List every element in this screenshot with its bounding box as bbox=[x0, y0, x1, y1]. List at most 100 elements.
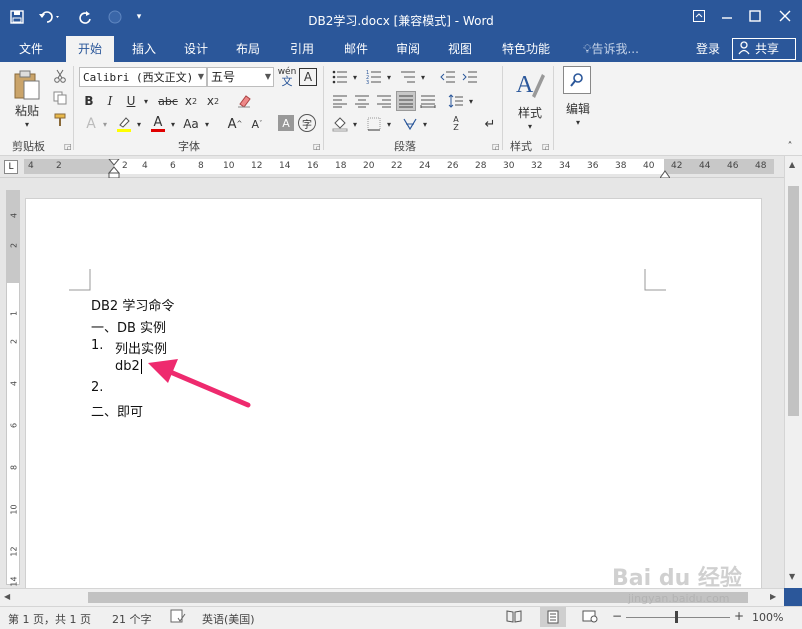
zoom-slider[interactable] bbox=[626, 617, 730, 618]
proofing-icon[interactable] bbox=[170, 609, 186, 626]
multilevel-list-icon[interactable] bbox=[398, 68, 418, 86]
doc-list-number-2[interactable]: 2. bbox=[91, 380, 103, 395]
grow-font-icon[interactable]: A ^ bbox=[226, 115, 244, 133]
tab-mailings[interactable]: 邮件 bbox=[334, 36, 378, 62]
show-formatting-marks-icon[interactable]: ↵ bbox=[480, 115, 500, 133]
paste-button[interactable]: 粘贴 bbox=[10, 102, 44, 118]
align-left-icon[interactable] bbox=[330, 92, 350, 110]
chinese-layout-icon[interactable] bbox=[400, 115, 420, 133]
tell-me-box[interactable]: 💡︎告诉我... bbox=[576, 36, 646, 62]
login-link[interactable]: 登录 bbox=[690, 36, 726, 62]
scroll-down-icon[interactable]: ▼ bbox=[789, 572, 795, 581]
highlight-dropdown-icon[interactable]: ▾ bbox=[134, 115, 144, 133]
format-painter-icon[interactable] bbox=[52, 112, 68, 128]
bold-icon[interactable]: B bbox=[80, 92, 98, 110]
superscript-icon[interactable]: x2 bbox=[204, 92, 222, 110]
vertical-ruler[interactable]: 4 2 1 2 4 6 8 10 12 14 bbox=[6, 190, 20, 587]
font-launcher-icon[interactable]: ◲ bbox=[313, 142, 321, 151]
character-shading-icon[interactable]: A bbox=[278, 115, 294, 131]
line-spacing-dropdown-icon[interactable]: ▾ bbox=[466, 92, 476, 110]
italic-icon[interactable]: I bbox=[101, 92, 119, 110]
bullets-dropdown-icon[interactable]: ▾ bbox=[350, 68, 360, 86]
styles-icon[interactable]: A bbox=[512, 66, 548, 102]
word-count[interactable]: 21 个字 bbox=[112, 611, 152, 627]
zoom-slider-thumb[interactable] bbox=[675, 611, 678, 623]
styles-launcher-icon[interactable]: ◲ bbox=[542, 142, 550, 151]
font-name-dropdown-icon[interactable]: ▼ bbox=[198, 68, 204, 86]
font-name-combo[interactable]: Calibri (西文正文) ▼ bbox=[79, 67, 207, 87]
paste-dropdown-icon[interactable]: ▾ bbox=[20, 118, 34, 130]
phonetic-guide-icon[interactable]: wén 文 bbox=[277, 67, 297, 88]
collapse-ribbon-icon[interactable]: ˄ bbox=[784, 140, 796, 152]
shading-icon[interactable] bbox=[330, 115, 350, 133]
web-layout-icon[interactable] bbox=[582, 609, 598, 626]
read-mode-icon[interactable] bbox=[506, 609, 522, 626]
vertical-scrollbar[interactable]: ▲ ▼ bbox=[784, 156, 802, 588]
paragraph-launcher-icon[interactable]: ◲ bbox=[492, 142, 500, 151]
scroll-left-icon[interactable]: ◀ bbox=[4, 592, 10, 601]
tab-review[interactable]: 审阅 bbox=[386, 36, 430, 62]
sort-icon[interactable]: AZ bbox=[446, 114, 466, 134]
clear-formatting-icon[interactable] bbox=[234, 92, 254, 110]
shrink-font-icon[interactable]: Aˇ bbox=[248, 115, 266, 133]
line-spacing-icon[interactable] bbox=[446, 92, 466, 110]
print-layout-icon[interactable] bbox=[540, 607, 566, 627]
doc-list-number-1[interactable]: 1. bbox=[91, 338, 103, 353]
text-effects-dropdown-icon[interactable]: ▾ bbox=[100, 115, 110, 133]
editing-dropdown-icon[interactable]: ▾ bbox=[572, 116, 584, 128]
editing-button[interactable]: 编辑 bbox=[560, 100, 596, 116]
ribbon-display-icon[interactable] bbox=[686, 4, 712, 28]
close-icon[interactable] bbox=[772, 4, 798, 28]
underline-icon[interactable]: U bbox=[122, 92, 140, 110]
doc-section-2[interactable]: 二、即可 bbox=[91, 401, 143, 420]
tab-insert[interactable]: 插入 bbox=[122, 36, 166, 62]
tab-special-features[interactable]: 特色功能 bbox=[494, 36, 558, 62]
tab-references[interactable]: 引用 bbox=[280, 36, 324, 62]
text-effects-icon[interactable]: A bbox=[82, 115, 100, 133]
change-case-dropdown-icon[interactable]: ▾ bbox=[202, 115, 212, 133]
tab-selector-icon[interactable]: L bbox=[4, 160, 18, 174]
numbering-dropdown-icon[interactable]: ▾ bbox=[384, 68, 394, 86]
chinese-layout-dropdown-icon[interactable]: ▾ bbox=[420, 115, 430, 133]
shading-dropdown-icon[interactable]: ▾ bbox=[350, 115, 360, 133]
doc-text-cursor-line[interactable]: db2 bbox=[115, 359, 142, 374]
scroll-right-icon[interactable]: ▶ bbox=[770, 592, 776, 601]
decrease-indent-icon[interactable] bbox=[438, 68, 458, 86]
scroll-up-icon[interactable]: ▲ bbox=[789, 160, 795, 169]
borders-icon[interactable] bbox=[364, 115, 384, 133]
tab-design[interactable]: 设计 bbox=[174, 36, 218, 62]
zoom-out-icon[interactable]: − bbox=[612, 609, 622, 623]
highlight-color-icon[interactable] bbox=[113, 114, 135, 134]
clipboard-launcher-icon[interactable]: ◲ bbox=[64, 142, 72, 151]
font-color-dropdown-icon[interactable]: ▾ bbox=[168, 115, 178, 133]
increase-indent-icon[interactable] bbox=[460, 68, 480, 86]
enclose-characters-icon[interactable]: 字 bbox=[298, 114, 316, 132]
paste-icon[interactable] bbox=[10, 68, 44, 102]
restore-icon[interactable] bbox=[742, 4, 768, 28]
styles-dropdown-icon[interactable]: ▾ bbox=[524, 120, 536, 132]
doc-section-1[interactable]: 一、DB 实例 bbox=[91, 317, 166, 336]
change-case-icon[interactable]: Aa bbox=[180, 115, 202, 133]
share-button[interactable]: 共享 bbox=[732, 38, 796, 60]
tab-view[interactable]: 视图 bbox=[438, 36, 482, 62]
bullets-icon[interactable] bbox=[330, 68, 350, 86]
page-count[interactable]: 第 1 页，共 1 页 bbox=[8, 611, 91, 627]
character-border-icon[interactable]: A bbox=[299, 68, 317, 86]
tab-home[interactable]: 开始 bbox=[66, 36, 114, 63]
horizontal-ruler[interactable]: 4 2 2 4 6 8 10 12 14 16 18 20 22 24 26 2… bbox=[24, 158, 774, 179]
numbering-icon[interactable]: 123 bbox=[364, 68, 384, 86]
font-size-combo[interactable]: 五号 ▼ bbox=[207, 67, 274, 87]
distributed-icon[interactable] bbox=[418, 92, 438, 110]
minimize-icon[interactable] bbox=[714, 4, 740, 28]
align-right-icon[interactable] bbox=[374, 92, 394, 110]
search-icon[interactable] bbox=[563, 66, 591, 94]
language-indicator[interactable]: 英语(美国) bbox=[202, 611, 255, 627]
doc-heading[interactable]: DB2 学习命令 bbox=[91, 295, 174, 314]
tab-layout[interactable]: 布局 bbox=[226, 36, 270, 62]
subscript-icon[interactable]: x2 bbox=[182, 92, 200, 110]
font-size-dropdown-icon[interactable]: ▼ bbox=[265, 68, 271, 86]
cut-icon[interactable] bbox=[52, 68, 68, 84]
align-center-icon[interactable] bbox=[352, 92, 372, 110]
font-color-icon[interactable]: A bbox=[148, 114, 168, 134]
multilevel-dropdown-icon[interactable]: ▾ bbox=[418, 68, 428, 86]
